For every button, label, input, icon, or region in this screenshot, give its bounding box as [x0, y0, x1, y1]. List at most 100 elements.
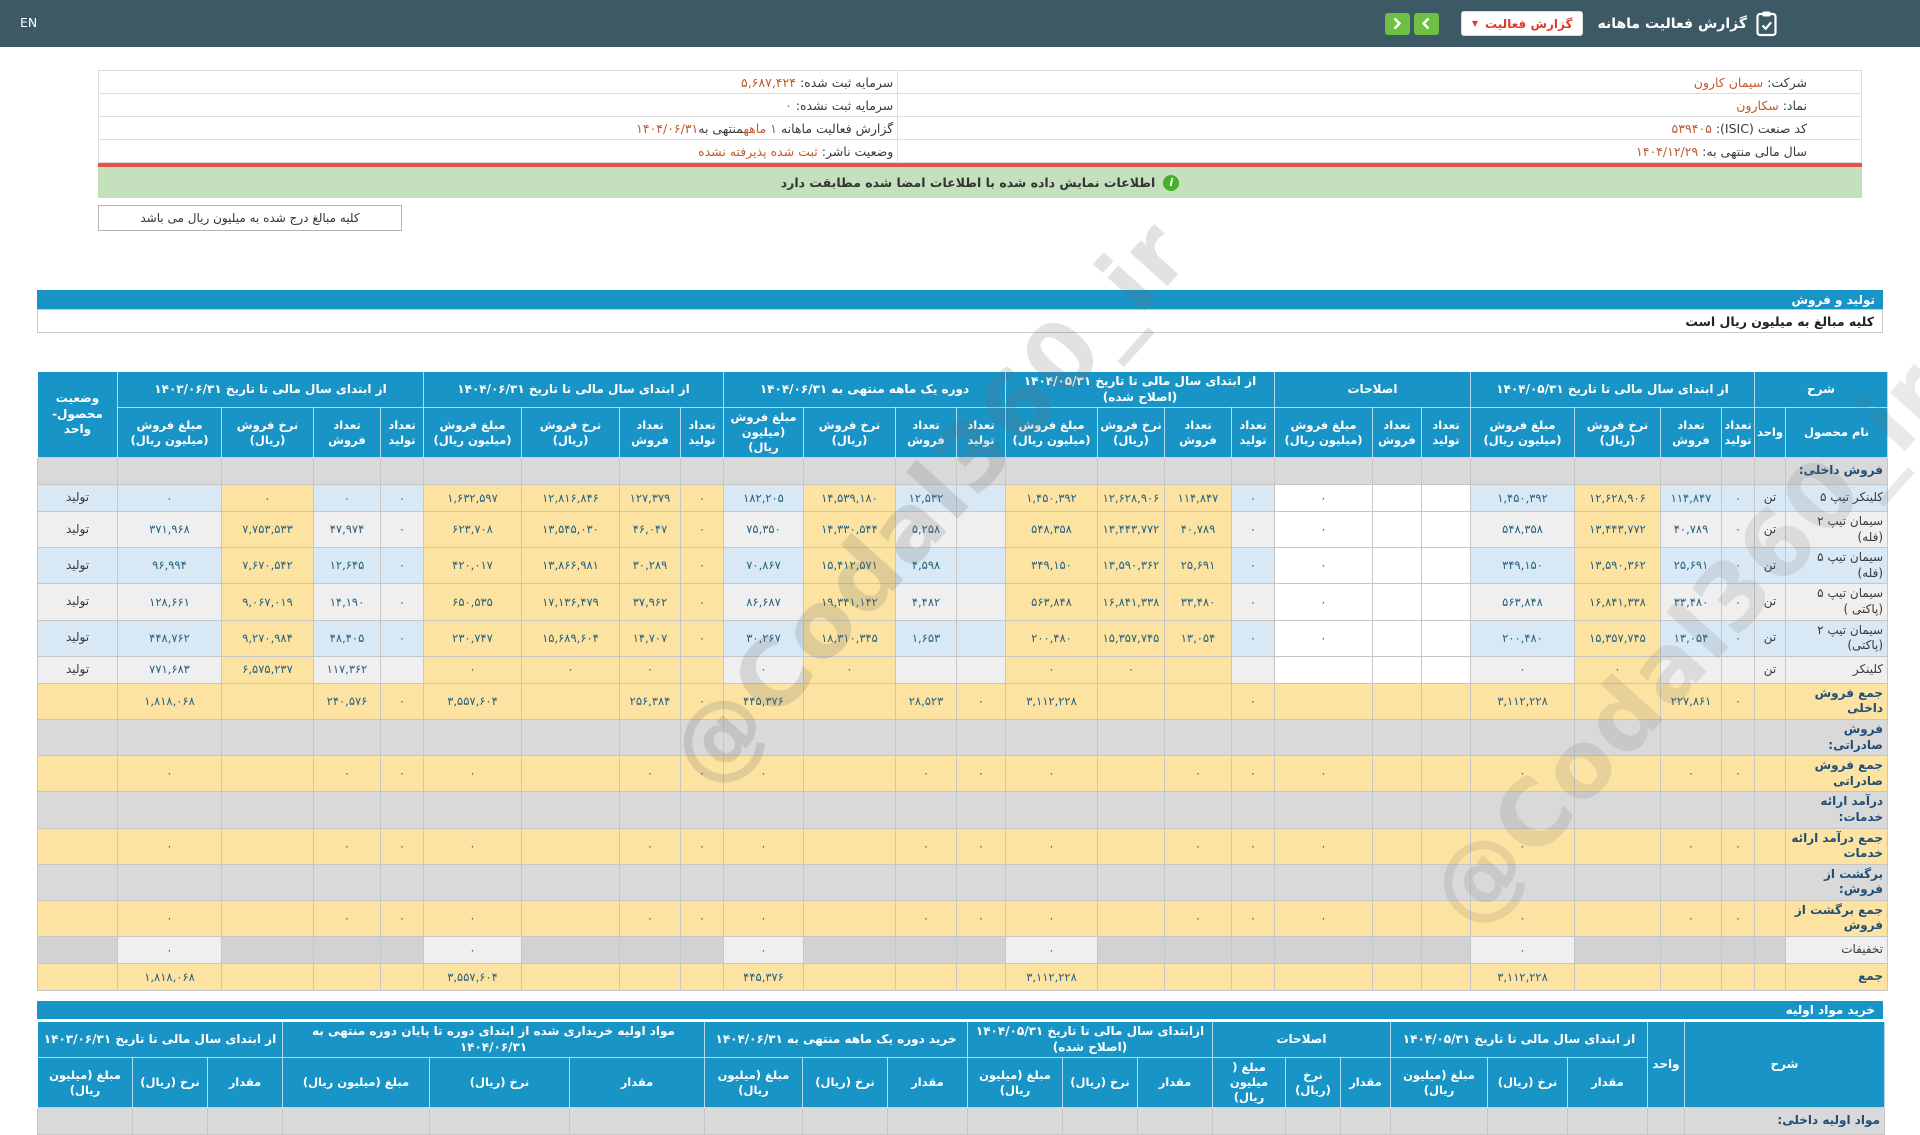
value-cell: ۰ — [1470, 655, 1575, 684]
value-cell — [619, 457, 681, 485]
value-cell: ۰ — [1721, 583, 1755, 621]
value-cell — [282, 1107, 430, 1135]
next-period-button[interactable] — [1384, 12, 1410, 35]
value-cell: ۳,۱۱۲,۲۲۸ — [1005, 682, 1098, 720]
row-label: جمع برگشت از فروش — [1785, 899, 1889, 938]
value-cell — [1660, 655, 1722, 684]
value-cell: ۰ — [1274, 583, 1373, 621]
value-cell: ۰ — [1721, 619, 1755, 657]
value-cell: ۳۷۱,۹۶۸ — [117, 510, 222, 549]
value-cell — [895, 791, 957, 829]
value-cell — [1660, 963, 1722, 992]
value-cell: ۰ — [619, 655, 681, 684]
unregistered-capital-value: ۰ — [785, 97, 792, 113]
value-cell: ۰ — [1660, 827, 1722, 865]
value-cell — [1097, 682, 1165, 720]
header-subcol: تعداد تولید — [680, 407, 724, 458]
value-cell — [313, 791, 381, 829]
language-toggle[interactable]: EN — [20, 15, 37, 30]
value-cell: ۲۰۰,۴۸۰ — [1005, 619, 1098, 657]
value-cell: ۱۵,۴۱۲,۵۷۱ — [803, 547, 896, 585]
value-cell: ۰ — [117, 827, 222, 865]
production-section-bar: تولید و فروش — [37, 290, 1883, 309]
header-subcol: نرخ فروش (ریال) — [1097, 407, 1165, 458]
symbol-value: سکارون — [1736, 97, 1779, 113]
value-cell — [1567, 1107, 1648, 1135]
value-cell — [1164, 655, 1232, 684]
unit-cell — [1753, 457, 1787, 485]
value-cell: ۲۵,۶۹۱ — [1660, 547, 1722, 585]
value-cell — [1372, 963, 1422, 992]
value-cell — [1372, 547, 1422, 585]
value-cell — [1274, 963, 1373, 992]
value-cell: ۰ — [1274, 547, 1373, 585]
value-cell — [1274, 718, 1373, 757]
value-cell: ۰ — [1721, 899, 1755, 938]
value-cell — [207, 1107, 283, 1135]
value-cell: ۰ — [1721, 827, 1755, 865]
value-cell: ۱۱۷,۳۶۲ — [313, 655, 381, 684]
header-subcol: مبلغ فروش (میلیون ریال) — [423, 407, 522, 458]
value-cell: ۰ — [1470, 755, 1575, 793]
value-cell: ۰ — [423, 899, 522, 938]
value-cell: ۷۰,۸۶۷ — [723, 547, 804, 585]
value-cell: ۳۷,۹۶۲ — [619, 583, 681, 621]
value-cell: ۳۴۹,۱۵۰ — [1470, 547, 1575, 585]
value-cell — [221, 718, 314, 757]
value-cell: ۱۵,۳۵۷,۷۴۵ — [1574, 619, 1661, 657]
status-cell — [37, 755, 118, 793]
value-cell — [380, 963, 424, 992]
value-cell: ۳,۵۵۷,۶۰۴ — [423, 963, 522, 992]
value-cell — [956, 963, 1006, 992]
value-cell — [1421, 863, 1471, 901]
value-cell: ۰ — [1164, 827, 1232, 865]
value-cell: ۰ — [1274, 510, 1373, 549]
row-label: جمع فروش صادراتی — [1785, 755, 1889, 793]
header-subcol: نرخ (ریال) — [802, 1057, 888, 1108]
value-cell: ۲۵,۶۹۱ — [1164, 547, 1232, 585]
value-cell — [1231, 863, 1275, 901]
value-cell: ۱۲۷,۳۷۹ — [619, 484, 681, 512]
page-title: گزارش فعالیت ماهانه — [1597, 15, 1747, 32]
value-cell: ۰ — [1721, 755, 1755, 793]
purchase-section-bar: خرید مواد اولیه — [37, 1001, 1883, 1019]
value-cell — [1421, 547, 1471, 585]
value-cell — [1372, 457, 1422, 485]
table-row: جمع ۳,۱۱۲,۲۲۸ ۳,۱۱۲,۲۲۸ ۴۴۵,۳۷۶ ۳,۵۵۷,۶۰۴ ۱,۸… — [37, 963, 1889, 992]
table-row: سیمان تیپ ۵ (پاکتی ) تن ۰ ۳۳,۴۸۰ ۱۶,۸۴۱,۳۳۸ ۵… — [37, 583, 1889, 621]
header-status: وضعیت محصول-واحد — [37, 371, 118, 458]
value-cell: ۰ — [1274, 899, 1373, 938]
value-cell — [1097, 963, 1165, 992]
value-cell — [1660, 936, 1722, 965]
value-cell — [221, 827, 314, 865]
value-cell — [1421, 655, 1471, 684]
value-cell: ۸۶,۶۸۷ — [723, 583, 804, 621]
value-cell: ۰ — [680, 583, 724, 621]
report-type-dropdown[interactable]: گزارش فعالیت ▼ — [1460, 11, 1584, 36]
header-subcol: مبلغ فروش (میلیون ریال) — [1274, 407, 1373, 458]
value-cell: ۰ — [380, 755, 424, 793]
table-row: جمع برگشت از فروش ۰ ۰ ۰ ۰ ۰ ۰ ۰ ۰ ۰ ۰ ۰ ۰ ۰ ۰ ۰ ۰ — [37, 899, 1889, 938]
value-cell: ۱۱۴,۸۴۷ — [1164, 484, 1232, 512]
value-cell — [1231, 936, 1275, 965]
unit-cell: تن — [1753, 583, 1787, 621]
value-cell: ۰ — [956, 755, 1006, 793]
value-cell: ۱۴,۷۰۷ — [619, 619, 681, 657]
registered-capital-value: ۵,۶۸۷,۴۲۴ — [741, 74, 796, 90]
value-cell — [1164, 457, 1232, 485]
prev-period-button[interactable] — [1413, 12, 1439, 35]
value-cell — [803, 963, 896, 992]
header-subcol: نرخ (ریال) — [1062, 1057, 1138, 1108]
value-cell — [521, 682, 620, 720]
value-cell — [1164, 682, 1232, 720]
signed-info-banner-text: اطلاعات نمایش داده شده با اطلاعات امضا ش… — [780, 175, 1156, 190]
row-label: جمع — [1785, 963, 1889, 992]
value-cell — [1574, 682, 1661, 720]
value-cell — [1372, 510, 1422, 549]
report-mid-label: منتهی به — [698, 120, 744, 136]
value-cell — [1372, 619, 1422, 657]
value-cell — [117, 718, 222, 757]
value-cell — [803, 718, 896, 757]
value-cell — [1274, 936, 1373, 965]
header-product: نام محصول — [1785, 407, 1889, 458]
